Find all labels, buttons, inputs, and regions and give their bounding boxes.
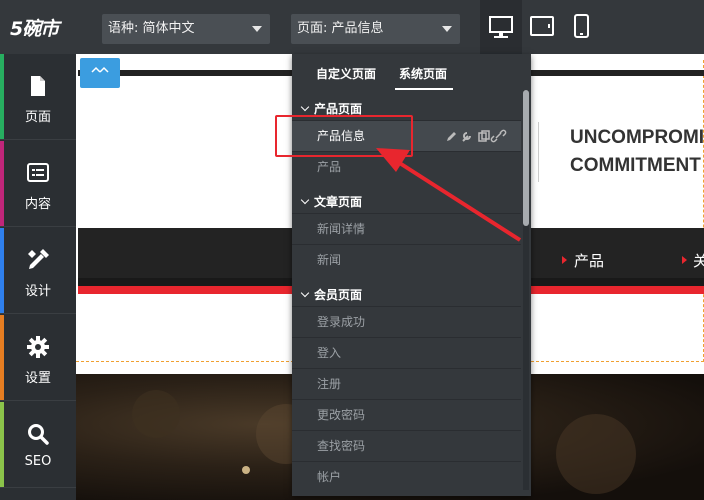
list-item-news[interactable]: 新闻 [292, 244, 521, 275]
edit-icon[interactable] [447, 132, 456, 141]
hero-heading: UNCOMPROMISI COMMITMENT TO [570, 124, 704, 180]
site-nav-item[interactable]: 关 [693, 250, 704, 271]
search-icon [28, 424, 49, 445]
nav-bullet-icon [562, 256, 567, 264]
tab-system-pages[interactable]: 系统页面 [399, 65, 447, 82]
list-item-account[interactable]: 帐户 [292, 461, 521, 492]
sidebar-item-label: SEO [24, 454, 52, 469]
sidebar-item-label: 设置 [24, 371, 51, 386]
page-select-value: 产品信息 [331, 21, 384, 36]
logo[interactable]: 5碗市 [4, 12, 70, 42]
wrench-icon[interactable] [462, 132, 471, 142]
page-select[interactable]: 页面: 产品信息 [291, 14, 460, 44]
group-title: 产品页面 [314, 102, 363, 116]
design-icon [28, 249, 49, 269]
copy-icon[interactable] [478, 130, 490, 142]
group-title: 文章页面 [314, 195, 363, 209]
list-icon [27, 163, 49, 182]
sidebar-stripe [0, 402, 4, 487]
device-tablet-button[interactable] [522, 0, 562, 54]
group-member-pages[interactable]: 会员页面 [300, 286, 362, 303]
item-tools [447, 129, 507, 143]
list-item-label: 帐户 [317, 470, 342, 484]
section-tag[interactable] [80, 58, 120, 88]
sidebar-item-label: 页面 [24, 110, 51, 125]
sidebar-stripe [0, 228, 4, 313]
chevron-down-icon [300, 288, 310, 298]
language-select[interactable]: 语种: 简体中文 [102, 14, 270, 44]
sidebar-stripe [0, 315, 4, 400]
sidebar-item-seo[interactable]: SEO [0, 402, 76, 488]
hero-divider [538, 122, 539, 182]
phone-icon [574, 14, 589, 38]
list-item-news-detail[interactable]: 新闻详情 [292, 213, 521, 244]
hero-heading-line1: UNCOMPROMISI [570, 127, 704, 148]
dropdown-scrollbar[interactable] [523, 90, 529, 490]
list-item-login[interactable]: 登入 [292, 337, 521, 368]
highlight-box [275, 115, 413, 157]
tab-custom-pages[interactable]: 自定义页面 [316, 65, 376, 82]
list-item-register[interactable]: 注册 [292, 368, 521, 399]
gear-icon [27, 336, 49, 358]
list-item-label: 查找密码 [317, 439, 366, 453]
language-select-label: 语种: [108, 21, 139, 36]
group-article-pages[interactable]: 文章页面 [300, 193, 362, 210]
sidebar-item-settings[interactable]: 设置 [0, 315, 76, 401]
active-tab-indicator [395, 88, 453, 90]
list-item-label: 登入 [317, 346, 342, 360]
sidebar-item-label: 设计 [24, 284, 51, 299]
sidebar-item-design[interactable]: 设计 [0, 228, 76, 314]
chevron-up-icon [91, 66, 109, 73]
device-phone-button[interactable] [563, 0, 603, 54]
page-select-label: 页面: [297, 21, 328, 36]
scroll-thumb[interactable] [523, 90, 529, 226]
sidebar-item-page[interactable]: 页面 [0, 54, 76, 140]
list-item-login-success[interactable]: 登录成功 [292, 306, 521, 337]
desktop-icon [489, 16, 513, 38]
sidebar-item-content[interactable]: 内容 [0, 141, 76, 227]
logo-text: 5碗市 [10, 18, 59, 40]
list-item-label: 产品 [317, 160, 342, 174]
list-item-label: 登录成功 [317, 315, 366, 329]
sidebar-stripe [0, 141, 4, 226]
group-title: 会员页面 [314, 288, 363, 302]
chevron-down-icon [252, 26, 262, 32]
sidebar-item-label: 内容 [24, 197, 51, 212]
dropdown-tabs: 自定义页面 系统页面 [292, 54, 531, 90]
list-item-label: 新闻 [317, 253, 342, 267]
chevron-down-icon [300, 102, 310, 112]
left-sidebar: 页面 内容 设计 设置 SEO [0, 54, 76, 500]
list-item-label: 注册 [317, 377, 342, 391]
chevron-down-icon [300, 195, 310, 205]
tablet-icon [530, 16, 554, 36]
chevron-down-icon [442, 26, 452, 32]
language-select-value: 简体中文 [142, 21, 195, 36]
sidebar-stripe [0, 54, 4, 139]
top-bar: 5碗市 语种: 简体中文 页面: 产品信息 [0, 0, 704, 54]
device-desktop-button[interactable] [480, 0, 522, 54]
list-item-label: 新闻详情 [317, 222, 366, 236]
page-icon [31, 76, 45, 96]
site-nav-item[interactable]: 产品 [574, 250, 604, 271]
link-icon[interactable] [490, 129, 507, 143]
list-item-find-password[interactable]: 查找密码 [292, 430, 521, 461]
hero-heading-line2: COMMITMENT TO [570, 155, 704, 176]
list-item-label: 更改密码 [317, 408, 366, 422]
list-item-change-password[interactable]: 更改密码 [292, 399, 521, 430]
nav-bullet-icon [682, 256, 687, 264]
